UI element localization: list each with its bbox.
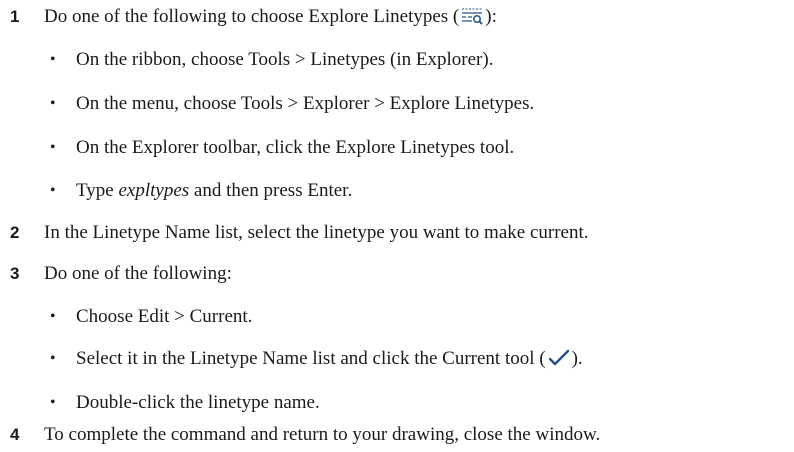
list-item-text: Select it in the Linetype Name list and … [76,348,583,373]
list-item-text-part: ). [571,348,583,369]
list-item-text-part: and then press Enter. [189,180,353,201]
step-text-part: Do one of the following to choose Explor… [44,6,460,27]
bullet-icon: • [50,350,56,367]
step-text: Do one of the following: [44,263,232,284]
list-item-text: On the menu, choose Tools > Explorer > E… [76,93,535,114]
step-text: Do one of the following to choose Explor… [44,6,497,31]
explore-linetypes-icon [461,7,483,31]
list-item-text: Double-click the linetype name. [76,392,320,413]
step-number: 1 [10,7,20,26]
command-name: expltypes [118,180,190,201]
list-item-text-part: Type [76,180,119,201]
bullet-icon: • [50,51,56,68]
step-text: To complete the command and return to yo… [44,424,601,445]
list-item-text: On the ribbon, choose Tools > Linetypes … [76,49,494,70]
step-text: In the Linetype Name list, select the li… [44,222,589,243]
list-item-text-part: Select it in the Linetype Name list and … [76,348,546,369]
step-number: 4 [10,425,20,444]
checkmark-icon [548,349,570,373]
bullet-icon: • [50,394,56,411]
step-number: 2 [10,223,20,242]
bullet-icon: • [50,139,56,156]
step-text-part: ): [485,6,497,27]
list-item-text: On the Explorer toolbar, click the Explo… [76,137,515,158]
list-item-text: Type expltypes and then press Enter. [76,180,352,202]
step-number: 3 [10,264,20,283]
bullet-icon: • [50,182,56,199]
instruction-document: 1 Do one of the following to choose Expl… [0,0,794,452]
list-item-text: Choose Edit > Current. [76,306,253,327]
bullet-icon: • [50,95,56,112]
bullet-icon: • [50,308,56,325]
